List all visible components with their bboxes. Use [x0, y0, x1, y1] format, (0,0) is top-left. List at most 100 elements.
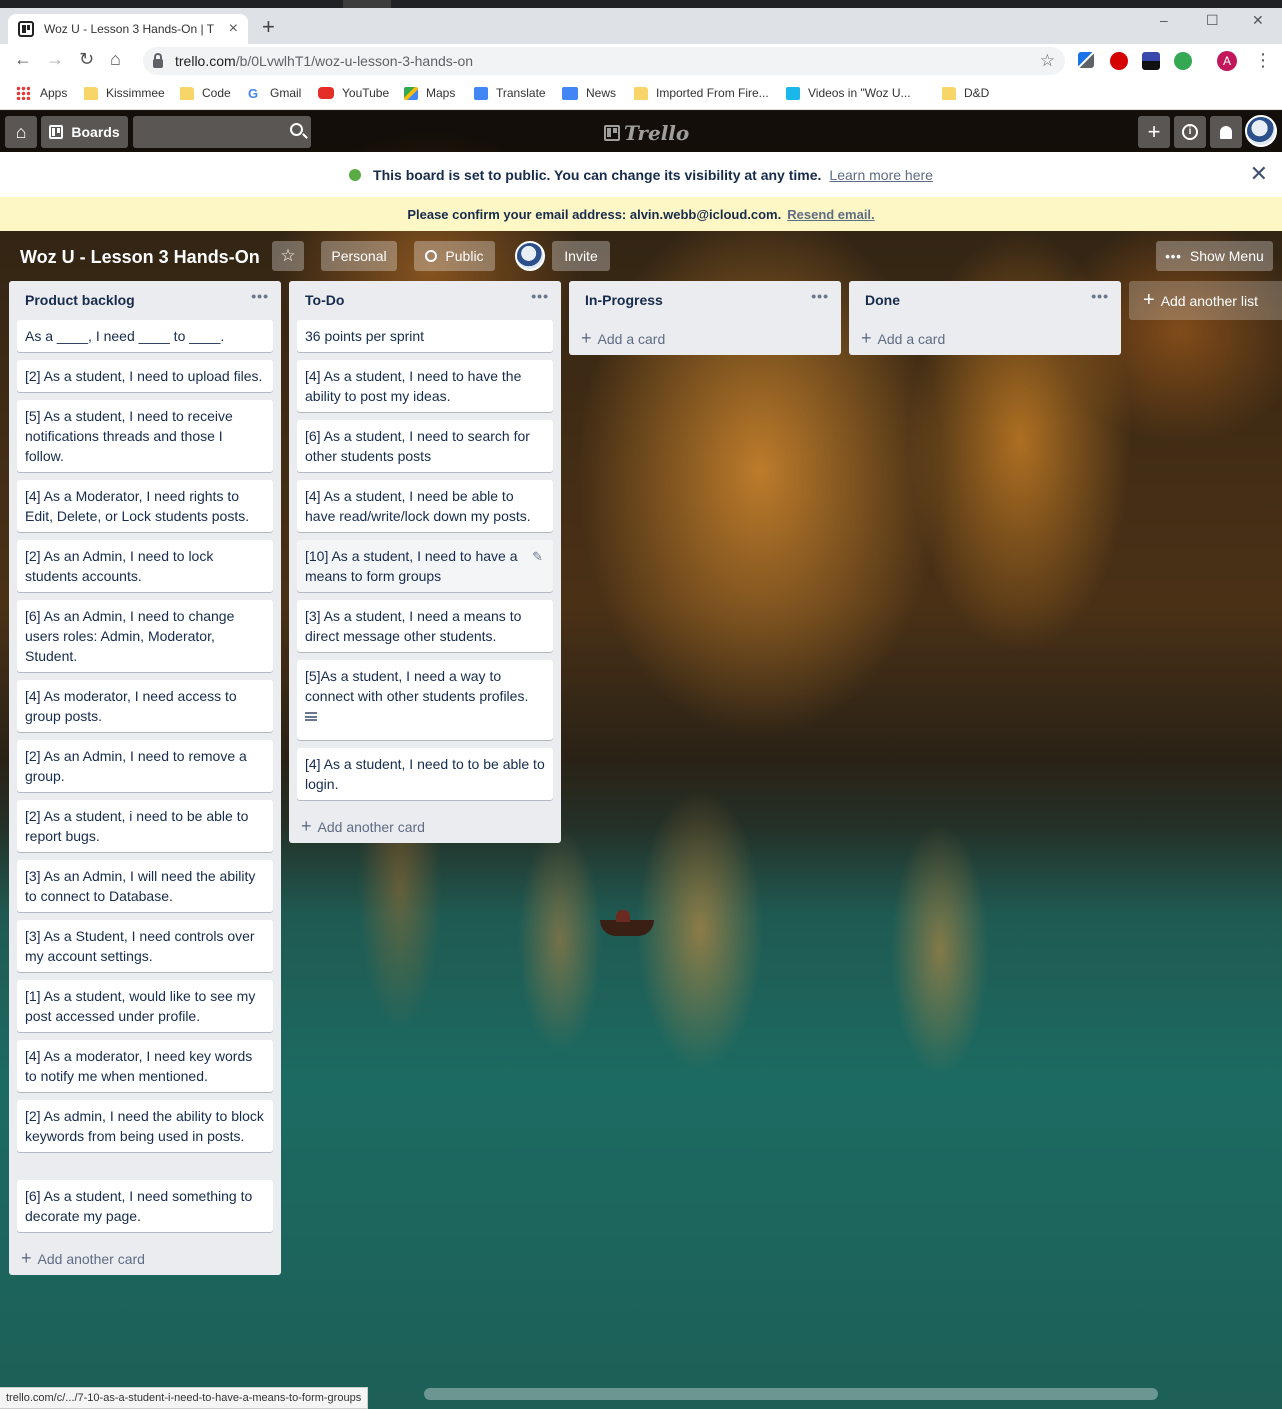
list-actions-icon[interactable]: •••	[531, 288, 549, 304]
card-with-description[interactable]: [5]As a student, I need a way to connect…	[297, 660, 553, 740]
list-actions-icon[interactable]: •••	[811, 288, 829, 304]
url-input[interactable]: trello.com/b/0LvwlhT1/woz-u-lesson-3-han…	[143, 47, 1065, 75]
back-icon[interactable]: ←	[14, 49, 32, 70]
tab-close-icon[interactable]: ×	[229, 20, 238, 38]
card[interactable]: [5] As a student, I need to receive noti…	[17, 400, 273, 472]
list-actions-icon[interactable]: •••	[251, 288, 269, 304]
resend-email-link[interactable]: Resend email.	[787, 207, 874, 222]
reload-icon[interactable]: ↻	[79, 49, 94, 70]
card[interactable]: [2] As an Admin, I need to remove a grou…	[17, 740, 273, 792]
search-input[interactable]	[133, 116, 311, 148]
bookmark-translate[interactable]: Translate	[474, 86, 546, 100]
bookmark-imported[interactable]: Imported From Fire...	[634, 86, 769, 100]
home-button[interactable]: ⌂	[5, 116, 37, 148]
edit-pencil-icon[interactable]: ✎	[532, 547, 543, 567]
bookmark-gmail[interactable]: G Gmail	[248, 86, 301, 100]
bookmark-label: Code	[202, 86, 231, 100]
learn-more-link[interactable]: Learn more here	[829, 167, 933, 183]
plus-icon: +	[301, 816, 312, 836]
url-path: /b/0LvwlhT1/woz-u-lesson-3-hands-on	[235, 53, 474, 69]
profile-avatar[interactable]: A	[1217, 51, 1237, 71]
trello-logo[interactable]: Trello	[604, 121, 689, 145]
address-bar: ← → ↻ ⌂ trello.com/b/0LvwlhT1/woz-u-less…	[0, 44, 1282, 78]
list-to-do: To-Do ••• 36 points per sprint [4] As a …	[289, 281, 561, 843]
horizontal-scrollbar[interactable]	[424, 1388, 1158, 1400]
card[interactable]: [2] As a student, I need to upload files…	[17, 360, 273, 392]
member-avatar[interactable]	[1245, 115, 1277, 147]
adblock-extension-icon[interactable]	[1110, 52, 1128, 70]
url-host: trello.com	[175, 53, 236, 69]
folder-icon	[180, 86, 194, 100]
show-menu-button[interactable]: ••• Show Menu	[1156, 241, 1273, 271]
add-card-button[interactable]: + Add another card	[21, 1248, 145, 1269]
forward-icon[interactable]: →	[46, 49, 64, 70]
card-hovered[interactable]: [10] As a student, I need to have a mean…	[297, 540, 553, 592]
eyedropper-extension-icon[interactable]	[1078, 52, 1094, 68]
chrome-menu-icon[interactable]: ⋮	[1254, 50, 1272, 71]
bookmark-star-icon[interactable]: ☆	[1040, 51, 1055, 71]
card[interactable]: [4] As a student, I need to to be able t…	[297, 748, 553, 800]
visibility-button[interactable]: Public	[414, 241, 495, 271]
list-header[interactable]: Done •••	[849, 281, 1121, 319]
new-tab-button[interactable]: +	[262, 14, 275, 40]
list-header[interactable]: In-Progress •••	[569, 281, 841, 319]
card[interactable]: [4] As a student, I need be able to have…	[297, 480, 553, 532]
minimize-button[interactable]: –	[1160, 12, 1168, 28]
bookmark-dnd[interactable]: D&D	[942, 86, 989, 100]
info-button[interactable]: i	[1174, 116, 1206, 148]
globe-icon	[349, 168, 362, 181]
plus-icon: +	[861, 328, 872, 348]
close-banner-icon[interactable]: ✕	[1250, 161, 1268, 187]
tab-manager-extension-icon[interactable]	[1142, 52, 1160, 70]
bookmark-label: Videos in "Woz U...	[808, 86, 911, 100]
browser-tab[interactable]: Woz U - Lesson 3 Hands-On | Trello ×	[8, 14, 248, 44]
add-card-button[interactable]: + Add a card	[861, 328, 945, 349]
create-button[interactable]: +	[1138, 116, 1170, 148]
home-icon[interactable]: ⌂	[110, 49, 121, 70]
notifications-button[interactable]	[1210, 116, 1242, 148]
card[interactable]: [3] As a Student, I need controls over m…	[17, 920, 273, 972]
bookmark-apps[interactable]: Apps	[16, 86, 67, 100]
card[interactable]: [3] As a student, I need a means to dire…	[297, 600, 553, 652]
grammar-extension-icon[interactable]	[1174, 52, 1192, 70]
team-visibility-button[interactable]: Personal	[321, 241, 397, 271]
bookmark-news[interactable]: News	[562, 86, 616, 100]
card[interactable]: [4] As moderator, I need access to group…	[17, 680, 273, 732]
board-title[interactable]: Woz U - Lesson 3 Hands-On	[12, 241, 268, 273]
card[interactable]: [2] As admin, I need the ability to bloc…	[17, 1100, 273, 1152]
maximize-button[interactable]: ☐	[1206, 12, 1219, 29]
bookmark-kissimmee[interactable]: Kissimmee	[84, 86, 165, 100]
card[interactable]: [4] As a Moderator, I need rights to Edi…	[17, 480, 273, 532]
invite-button[interactable]: Invite	[552, 241, 610, 271]
add-card-button[interactable]: + Add a card	[581, 328, 665, 349]
card[interactable]: [2] As an Admin, I need to lock students…	[17, 540, 273, 592]
bookmark-code[interactable]: Code	[180, 86, 231, 100]
boards-button[interactable]: Boards	[41, 116, 128, 148]
card[interactable]: [6] As an Admin, I need to change users …	[17, 600, 273, 672]
list-header[interactable]: Product backlog •••	[9, 281, 281, 319]
home-icon: ⌂	[15, 121, 27, 142]
star-board-button[interactable]: ☆	[272, 241, 304, 271]
close-window-button[interactable]: ✕	[1252, 12, 1264, 29]
bookmark-label: D&D	[964, 86, 990, 100]
card[interactable]: [3] As an Admin, I will need the ability…	[17, 860, 273, 912]
card[interactable]: [6] As a student, I need something to de…	[17, 1180, 273, 1232]
list-header[interactable]: To-Do •••	[289, 281, 561, 319]
board-member-avatar[interactable]	[515, 241, 545, 271]
card[interactable]: 36 points per sprint	[297, 320, 553, 352]
card[interactable]: [4] As a student, I need to have the abi…	[297, 360, 553, 412]
lock-icon	[153, 52, 163, 68]
add-list-button[interactable]: + Add another list	[1129, 281, 1282, 320]
info-icon: i	[1182, 124, 1198, 140]
add-card-button[interactable]: + Add another card	[301, 816, 425, 837]
card[interactable]: [4] As a moderator, I need key words to …	[17, 1040, 273, 1092]
card[interactable]: [2] As a student, i need to be able to r…	[17, 800, 273, 852]
card[interactable]: [1] As a student, would like to see my p…	[17, 980, 273, 1032]
bookmark-videos[interactable]: Videos in "Woz U...	[786, 86, 911, 100]
add-card-label: Add a card	[877, 330, 946, 347]
bookmark-youtube[interactable]: YouTube	[318, 86, 389, 100]
card[interactable]: [6] As a student, I need to search for o…	[297, 420, 553, 472]
bookmark-maps[interactable]: Maps	[404, 86, 455, 100]
list-actions-icon[interactable]: •••	[1091, 288, 1109, 304]
card[interactable]: As a ____, I need ____ to ____.	[17, 320, 273, 352]
